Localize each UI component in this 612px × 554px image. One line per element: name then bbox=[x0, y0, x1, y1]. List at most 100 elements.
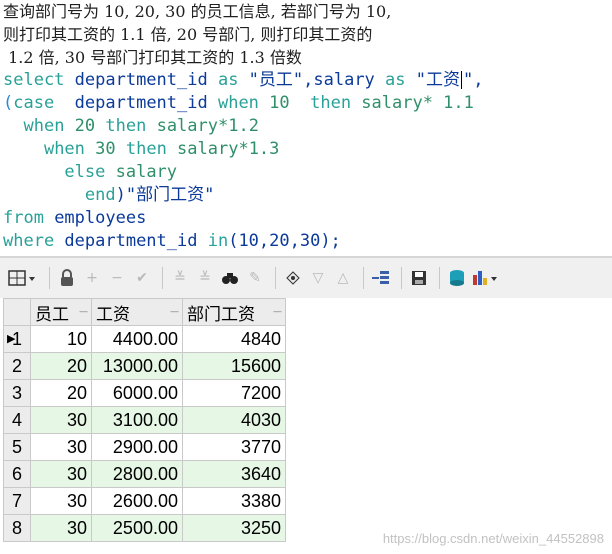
cell-employee[interactable]: 30 bbox=[30, 406, 92, 434]
filter-clear-icon[interactable]: ≚ bbox=[194, 267, 216, 289]
cell-employee[interactable]: 10 bbox=[30, 325, 92, 353]
paren: ( bbox=[3, 93, 14, 113]
sql-editor[interactable]: 查询部门号为 10, 20, 30 的员工信息, 若部门号为 10, 则打印其工… bbox=[0, 0, 612, 256]
table-row[interactable]: 5 30 2900.00 3770 bbox=[3, 433, 286, 461]
cell-salary[interactable]: 6000.00 bbox=[91, 379, 183, 407]
add-row-icon[interactable]: + bbox=[81, 267, 103, 289]
cell-dept-salary[interactable]: 3250 bbox=[182, 514, 286, 542]
sql-line-2: (case department_id when 10 then salary*… bbox=[3, 92, 474, 115]
sql-line-1: select department_id as "员工",salary as "… bbox=[3, 69, 483, 92]
cell-salary[interactable]: 3100.00 bbox=[91, 406, 183, 434]
header-label: 工资 bbox=[96, 304, 130, 325]
filter-icon[interactable]: ≚ bbox=[169, 267, 191, 289]
row-number[interactable]: 2 bbox=[3, 352, 31, 380]
cell-dept-salary[interactable]: 3640 bbox=[182, 460, 286, 488]
table-row[interactable]: 3 20 6000.00 7200 bbox=[3, 379, 286, 407]
table-row[interactable]: 6 30 2800.00 3640 bbox=[3, 460, 286, 488]
question-line-2: 则打印其工资的 1.1 倍, 20 号部门, 则打印其工资的 bbox=[3, 25, 373, 44]
kw-then: then bbox=[105, 116, 147, 136]
cell-salary[interactable]: 2800.00 bbox=[91, 460, 183, 488]
text-caret bbox=[461, 71, 462, 89]
toolbar-separator bbox=[275, 267, 276, 289]
row-number[interactable]: 4 bbox=[3, 406, 31, 434]
lock-icon[interactable] bbox=[56, 267, 78, 289]
cell-dept-salary[interactable]: 3770 bbox=[182, 433, 286, 461]
kw-as: as bbox=[385, 70, 406, 90]
sql-line-3: when 20 then salary*1.2 bbox=[3, 115, 259, 138]
column-header-salary[interactable]: 工资 — bbox=[91, 298, 183, 326]
header-label: 部门工资 bbox=[187, 304, 255, 325]
cell-employee[interactable]: 30 bbox=[30, 514, 92, 542]
col-department-id: department_id bbox=[54, 93, 218, 113]
alias-salary: "工资 bbox=[405, 70, 460, 90]
table-row[interactable]: 2 20 13000.00 15600 bbox=[3, 352, 286, 380]
alias-employee: "员工",salary bbox=[238, 70, 386, 90]
cell-employee[interactable]: 30 bbox=[30, 460, 92, 488]
row-number[interactable]: 5 bbox=[3, 433, 31, 461]
cell-dept-salary[interactable]: 15600 bbox=[182, 352, 286, 380]
cell-dept-salary[interactable]: 4030 bbox=[182, 406, 286, 434]
cell-dept-salary[interactable]: 4840 bbox=[182, 325, 286, 353]
table-employees: employees bbox=[43, 208, 147, 228]
row-number[interactable]: 7 bbox=[3, 487, 31, 515]
kw-where: where bbox=[3, 231, 55, 251]
delete-row-icon[interactable]: − bbox=[106, 267, 128, 289]
database-icon[interactable] bbox=[446, 267, 468, 289]
kw-as: as bbox=[217, 70, 239, 90]
toolbar-separator bbox=[439, 267, 440, 289]
cell-salary[interactable]: 2600.00 bbox=[91, 487, 183, 515]
kw-when: when bbox=[23, 116, 65, 136]
cell-employee[interactable]: 20 bbox=[30, 352, 92, 380]
toolbar-separator bbox=[162, 267, 163, 289]
column-menu-icon: — bbox=[273, 307, 282, 317]
header-label: 员工 bbox=[35, 304, 69, 325]
row-number[interactable]: 3 bbox=[3, 379, 31, 407]
col-department-id: department_id bbox=[64, 70, 218, 90]
save-icon[interactable] bbox=[408, 267, 430, 289]
kw-case: case bbox=[13, 93, 55, 113]
cell-employee[interactable]: 20 bbox=[30, 379, 92, 407]
cell-employee[interactable]: 30 bbox=[30, 433, 92, 461]
kw-end: end bbox=[84, 185, 116, 205]
kw-from: from bbox=[3, 208, 44, 228]
expr-salary-1-2: salary*1.2 bbox=[146, 116, 259, 136]
kw-when: when bbox=[43, 139, 85, 159]
watermark: https://blog.csdn.net/weixin_44552898 bbox=[382, 531, 604, 546]
num-20: 20 bbox=[64, 116, 106, 136]
expr-salary-1-1: salary* 1.1 bbox=[351, 93, 474, 113]
grid-menu-icon[interactable] bbox=[6, 267, 40, 289]
post-icon[interactable]: ✔ bbox=[131, 267, 153, 289]
table-row[interactable]: ▶ 1 10 4400.00 4840 bbox=[3, 325, 286, 353]
chart-icon[interactable] bbox=[471, 267, 501, 289]
cell-salary[interactable]: 4400.00 bbox=[91, 325, 183, 353]
result-grid[interactable]: 员工 — 工资 — 部门工资 — ▶ 1 10 4400.00 4840 2 20 13… bbox=[3, 298, 286, 542]
kw-select: select bbox=[3, 70, 65, 90]
cell-salary[interactable]: 2900.00 bbox=[91, 433, 183, 461]
sort-up-icon[interactable]: △ bbox=[332, 267, 354, 289]
kw-then: then bbox=[125, 139, 167, 159]
column-menu-icon: — bbox=[79, 307, 88, 317]
kw-when: when bbox=[217, 93, 259, 113]
question-line-3: 1.2 倍, 30 号部门打印其工资的 1.3 倍数 bbox=[3, 48, 302, 67]
alias-salary-end: ", bbox=[463, 70, 484, 90]
row-number[interactable]: 8 bbox=[3, 514, 31, 542]
cell-salary[interactable]: 13000.00 bbox=[91, 352, 183, 380]
cell-dept-salary[interactable]: 3380 bbox=[182, 487, 286, 515]
row-number[interactable]: 6 bbox=[3, 460, 31, 488]
table-row[interactable]: 4 30 3100.00 4030 bbox=[3, 406, 286, 434]
cell-salary[interactable]: 2500.00 bbox=[91, 514, 183, 542]
export-icon[interactable] bbox=[282, 267, 304, 289]
sort-down-icon[interactable]: ▽ bbox=[307, 267, 329, 289]
column-header-dept-salary[interactable]: 部门工资 — bbox=[182, 298, 286, 326]
find-icon[interactable] bbox=[219, 267, 241, 289]
row-number[interactable]: ▶ 1 bbox=[3, 325, 31, 353]
cell-employee[interactable]: 30 bbox=[30, 487, 92, 515]
clear-icon[interactable]: ✎ bbox=[244, 267, 266, 289]
cell-dept-salary[interactable]: 7200 bbox=[182, 379, 286, 407]
table-row[interactable]: 8 30 2500.00 3250 bbox=[3, 514, 286, 542]
query-by-example-icon[interactable] bbox=[370, 267, 392, 289]
current-row-pointer-icon: ▶ bbox=[7, 333, 16, 345]
column-header-employee[interactable]: 员工 — bbox=[30, 298, 92, 326]
table-row[interactable]: 7 30 2600.00 3380 bbox=[3, 487, 286, 515]
